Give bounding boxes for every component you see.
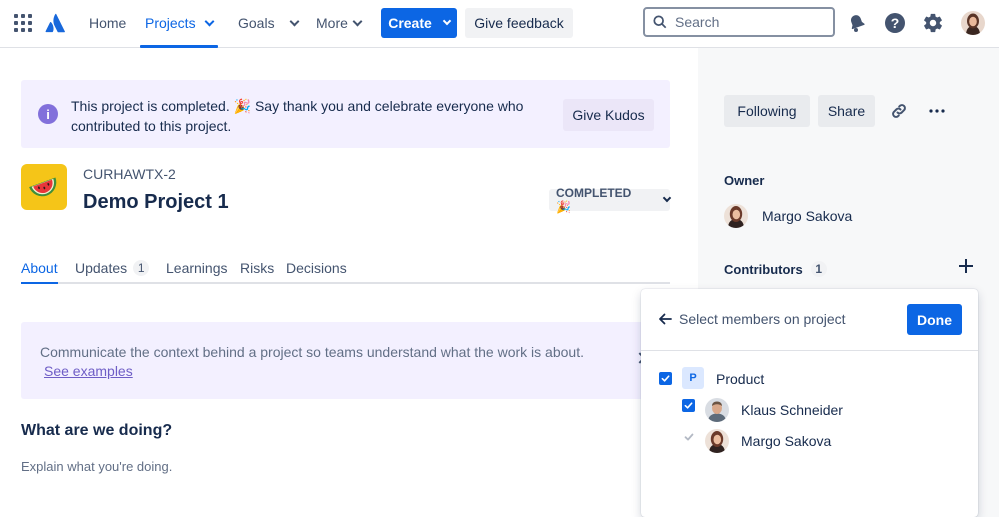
member-name: Margo Sakova bbox=[741, 433, 832, 449]
contributors-label-text: Contributors bbox=[724, 261, 803, 277]
project-icon[interactable] bbox=[21, 164, 67, 210]
owner-label: Owner bbox=[724, 173, 765, 188]
search-input[interactable] bbox=[675, 14, 815, 30]
atlassian-logo-icon[interactable] bbox=[44, 11, 68, 35]
section-body[interactable]: Explain what you're doing. bbox=[21, 459, 172, 474]
contributors-label: Contributors 1 bbox=[724, 261, 827, 277]
project-tabs: About Updates 1 Learnings Risks Decisions bbox=[21, 250, 670, 284]
member-row[interactable]: Klaus Schneider bbox=[705, 398, 843, 422]
contributors-count-badge: 1 bbox=[810, 261, 827, 277]
check-icon bbox=[661, 375, 670, 382]
member-checkbox[interactable] bbox=[682, 399, 695, 412]
tab-risks-label: Risks bbox=[240, 260, 275, 276]
top-navigation: Home Projects Goals More Create Give fee… bbox=[0, 0, 999, 48]
owner-avatar bbox=[724, 204, 748, 228]
app-switcher-icon[interactable] bbox=[13, 13, 33, 33]
updates-count-badge: 1 bbox=[133, 260, 150, 276]
nav-home-label: Home bbox=[89, 15, 127, 31]
owner-row[interactable]: Margo Sakova bbox=[724, 204, 852, 228]
tab-about-label: About bbox=[21, 260, 58, 276]
more-options-icon[interactable] bbox=[925, 99, 949, 123]
member-row: Margo Sakova bbox=[705, 429, 831, 453]
give-feedback-label: Give feedback bbox=[474, 15, 564, 31]
user-avatar[interactable] bbox=[961, 11, 985, 35]
check-icon bbox=[684, 402, 693, 409]
give-kudos-button[interactable]: Give Kudos bbox=[563, 99, 654, 131]
link-icon[interactable] bbox=[887, 99, 911, 123]
tab-learnings[interactable]: Learnings bbox=[166, 260, 228, 276]
nav-projects-label: Projects bbox=[145, 15, 196, 31]
select-members-popup: Select members on project Done P Product… bbox=[641, 289, 978, 517]
done-label: Done bbox=[917, 311, 952, 328]
member-avatar bbox=[705, 429, 729, 453]
chevron-down-icon bbox=[352, 16, 363, 26]
check-icon bbox=[684, 433, 693, 440]
following-button[interactable]: Following bbox=[724, 95, 810, 127]
member-checkbox-disabled bbox=[682, 430, 695, 443]
gear-icon[interactable] bbox=[921, 11, 945, 35]
tab-risks[interactable]: Risks bbox=[240, 260, 274, 276]
owner-name: Margo Sakova bbox=[762, 208, 853, 224]
nav-goals[interactable]: Goals bbox=[238, 0, 300, 46]
tab-learnings-label: Learnings bbox=[166, 260, 228, 276]
context-text: Communicate the context behind a project… bbox=[40, 344, 584, 360]
status-dropdown[interactable]: COMPLETED 🎉 bbox=[549, 186, 672, 214]
info-icon: i bbox=[38, 104, 58, 124]
create-button[interactable]: Create bbox=[381, 8, 457, 38]
project-key: CURHAWTX-2 bbox=[83, 166, 176, 182]
search-icon bbox=[653, 15, 667, 29]
chevron-down-icon bbox=[204, 16, 215, 26]
create-label: Create bbox=[388, 15, 432, 31]
chevron-down-icon bbox=[289, 16, 300, 26]
add-contributor-icon[interactable] bbox=[958, 258, 974, 274]
completion-banner: i This project is completed. 🎉 Say thank… bbox=[21, 80, 670, 148]
nav-more[interactable]: More bbox=[316, 0, 363, 46]
done-button[interactable]: Done bbox=[907, 304, 962, 335]
see-examples-link[interactable]: See examples bbox=[44, 362, 133, 381]
tab-about[interactable]: About bbox=[21, 260, 58, 284]
member-name: Klaus Schneider bbox=[741, 402, 843, 418]
chevron-down-icon bbox=[442, 16, 452, 26]
notifications-icon[interactable] bbox=[845, 11, 869, 35]
nav-home[interactable]: Home bbox=[89, 0, 126, 46]
group-name: Product bbox=[716, 371, 765, 387]
nav-goals-label: Goals bbox=[238, 15, 275, 31]
chevron-down-icon bbox=[662, 193, 672, 203]
status-label: COMPLETED 🎉 bbox=[556, 186, 632, 214]
share-button[interactable]: Share bbox=[818, 95, 875, 127]
search-field[interactable] bbox=[643, 7, 835, 37]
banner-message: This project is completed. 🎉 Say thank y… bbox=[71, 98, 524, 134]
tab-decisions-label: Decisions bbox=[286, 260, 347, 276]
context-callout: Communicate the context behind a project… bbox=[21, 322, 670, 399]
tab-decisions[interactable]: Decisions bbox=[286, 260, 347, 276]
popup-title: Select members on project bbox=[679, 311, 846, 327]
following-label: Following bbox=[737, 103, 797, 119]
tab-updates-label: Updates bbox=[75, 260, 128, 276]
help-icon[interactable]: ? bbox=[883, 11, 907, 35]
give-feedback-button[interactable]: Give feedback bbox=[465, 8, 573, 38]
group-badge: P bbox=[682, 367, 704, 389]
member-avatar bbox=[705, 398, 729, 422]
section-title: What are we doing? bbox=[21, 422, 173, 439]
arrow-left-icon[interactable] bbox=[657, 311, 673, 327]
tab-updates[interactable]: Updates 1 bbox=[75, 260, 150, 276]
nav-projects[interactable]: Projects bbox=[140, 0, 218, 48]
share-label: Share bbox=[827, 103, 866, 119]
project-name: Demo Project 1 bbox=[83, 191, 229, 213]
svg-text:?: ? bbox=[891, 15, 900, 31]
nav-more-label: More bbox=[316, 15, 348, 31]
group-checkbox[interactable] bbox=[659, 372, 672, 385]
popup-header: Select members on project Done bbox=[641, 289, 978, 351]
give-kudos-label: Give Kudos bbox=[572, 107, 645, 123]
watermelon-icon bbox=[29, 177, 57, 197]
